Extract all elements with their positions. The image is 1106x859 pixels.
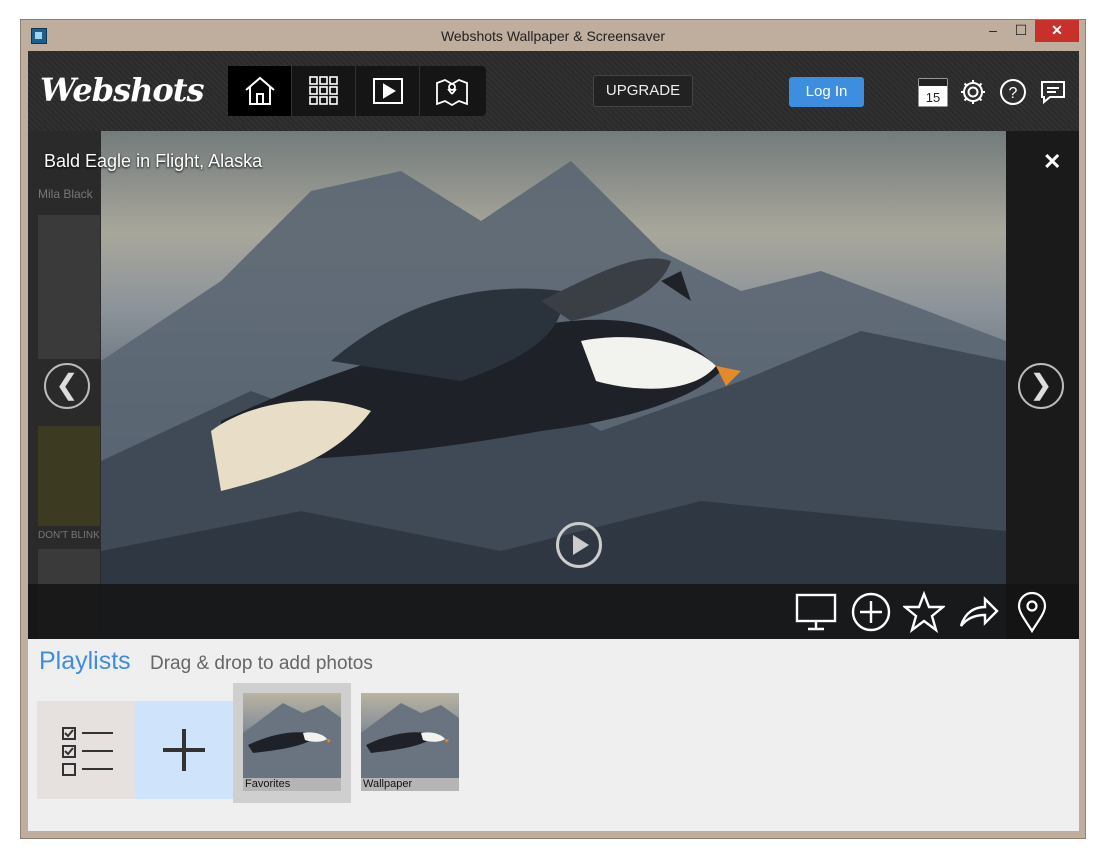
playlists-subtitle: Drag & drop to add photos <box>150 653 373 674</box>
help-icon: ? <box>1000 79 1026 105</box>
nav-grid-button[interactable] <box>292 66 356 116</box>
location-pin-icon <box>1017 591 1047 633</box>
home-icon <box>244 76 275 105</box>
manage-playlists-button[interactable] <box>37 701 135 799</box>
set-wallpaper-button[interactable] <box>794 590 838 634</box>
close-window-button[interactable]: ✕ <box>1035 20 1079 42</box>
play-slideshow-button[interactable] <box>556 522 602 568</box>
login-button[interactable]: Log In <box>789 77 864 107</box>
client-area: Webshots UPGRADE Log In 15 ? Mila Black … <box>28 51 1079 831</box>
calendar-button[interactable]: 15 <box>918 77 948 107</box>
new-playlist-button[interactable] <box>135 701 233 799</box>
location-button[interactable] <box>1010 590 1054 634</box>
upgrade-button[interactable]: UPGRADE <box>593 75 693 107</box>
minimize-button[interactable]: – <box>979 20 1007 42</box>
favorite-button[interactable] <box>902 590 946 634</box>
svg-text:?: ? <box>1009 85 1018 102</box>
map-icon <box>436 79 468 107</box>
monitor-icon <box>795 593 837 631</box>
chat-icon <box>1041 81 1065 105</box>
nav-slideshow-button[interactable] <box>356 66 420 116</box>
feedback-button[interactable] <box>1038 77 1068 107</box>
window-title: Webshots Wallpaper & Screensaver <box>440 28 666 44</box>
mountain-eagle-image <box>101 161 1006 639</box>
plus-icon <box>163 729 205 771</box>
settings-button[interactable] <box>958 77 988 107</box>
app-window: Webshots Wallpaper & Screensaver – ☐ ✕ W… <box>20 19 1086 839</box>
close-viewer-button[interactable]: ✕ <box>1043 149 1061 175</box>
webshots-logo: Webshots <box>40 71 204 109</box>
share-button[interactable] <box>956 590 1000 634</box>
play-icon <box>573 535 589 555</box>
photo-action-bar <box>28 584 1079 639</box>
title-bar[interactable]: Webshots Wallpaper & Screensaver – ☐ ✕ <box>21 20 1085 51</box>
help-button[interactable]: ? <box>998 77 1028 107</box>
ghost-caption: DON'T BLINK <box>38 530 100 541</box>
next-photo-button[interactable]: ❯ <box>1018 363 1064 409</box>
ghost-thumbnail <box>38 426 100 526</box>
nav-map-button[interactable] <box>420 66 484 116</box>
ghost-author: Mila Black <box>38 187 93 201</box>
gear-icon <box>961 80 985 104</box>
playlist-label: Wallpaper <box>361 778 459 791</box>
photo-title: Bald Eagle in Flight, Alaska <box>44 151 263 171</box>
top-toolbar: Webshots UPGRADE Log In 15 ? <box>28 51 1079 131</box>
prev-photo-button[interactable]: ❮ <box>44 363 90 409</box>
main-nav <box>228 66 486 116</box>
maximize-button[interactable]: ☐ <box>1007 20 1035 42</box>
checklist-icon <box>62 727 113 776</box>
grid-icon <box>308 76 338 105</box>
eagle-thumbnail-image <box>361 703 459 778</box>
playlist-card-wallpaper[interactable]: Wallpaper <box>351 683 469 803</box>
playlist-thumbnail <box>243 693 341 778</box>
add-to-playlist-button[interactable] <box>849 590 893 634</box>
playlists-title: Playlists <box>39 647 131 675</box>
nav-home-button[interactable] <box>228 66 292 116</box>
eagle-thumbnail-image <box>243 703 341 778</box>
share-icon <box>959 596 999 627</box>
main-photo[interactable] <box>101 131 1006 639</box>
photo-viewer: Mila Black DON'T BLINK Bald Eagle in Fli… <box>28 131 1079 639</box>
playlist-thumbnail <box>361 693 459 778</box>
playlist-label: Favorites <box>243 778 341 791</box>
calendar-day: 15 <box>925 90 941 105</box>
star-icon <box>903 591 945 633</box>
ghost-thumbnail <box>38 215 100 359</box>
playlist-card-favorites[interactable]: Favorites <box>233 683 351 803</box>
playlists-panel: Playlists Drag & drop to add photos Favo… <box>28 639 1079 831</box>
slideshow-icon <box>372 78 403 104</box>
add-circle-icon <box>851 592 891 632</box>
